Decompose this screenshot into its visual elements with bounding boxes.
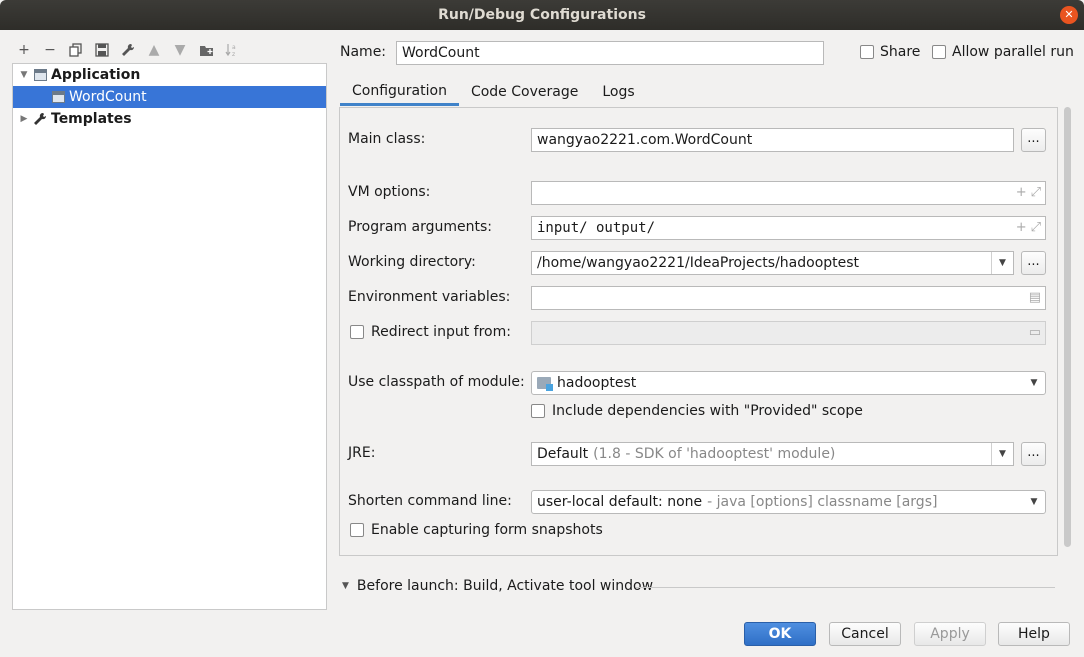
window-title: Run/Debug Configurations [438, 7, 646, 23]
before-launch-label: Before launch: Build, Activate tool wind… [356, 578, 654, 594]
share-check-box[interactable] [860, 45, 874, 59]
tree-item-wordcount[interactable]: WordCount [13, 86, 326, 108]
tree-item-label: Application [51, 67, 141, 83]
scrollbar[interactable] [1064, 107, 1071, 547]
chevron-down-icon[interactable]: ▼ [15, 70, 33, 80]
chevron-down-icon[interactable]: ▼ [342, 581, 349, 591]
browse-main-class-button[interactable]: ... [1021, 128, 1046, 152]
chevron-down-icon[interactable]: ▼ [991, 252, 1013, 274]
shorten-value: user-local default: none [537, 494, 703, 510]
main-class-value: wangyao2221.com.WordCount [537, 132, 753, 148]
snapshots-check-box[interactable] [350, 523, 364, 537]
move-down-icon[interactable]: ▼ [170, 40, 190, 60]
application-icon [33, 68, 47, 82]
classpath-module-label: Use classpath of module: [348, 374, 525, 390]
save-icon[interactable] [92, 40, 112, 60]
redirect-label: Redirect input from: [371, 324, 511, 340]
share-checkbox[interactable]: Share [860, 44, 920, 60]
jre-label: JRE: [348, 445, 376, 461]
tree-item-label: WordCount [69, 89, 147, 105]
browse-working-directory-button[interactable]: ... [1021, 251, 1046, 275]
divider [636, 587, 1055, 588]
environment-variables-input[interactable]: ▤ [531, 286, 1046, 310]
allow-parallel-checkbox[interactable]: Allow parallel run [932, 44, 1074, 60]
chevron-down-icon[interactable]: ▼ [1023, 491, 1045, 513]
parallel-check-box[interactable] [932, 45, 946, 59]
redirect-input-field: ▭ [531, 321, 1046, 345]
add-icon[interactable]: + [1016, 185, 1027, 200]
new-folder-icon[interactable] [196, 40, 216, 60]
shorten-command-line-select[interactable]: user-local default: none - java [options… [531, 490, 1046, 514]
main-class-input[interactable]: wangyao2221.com.WordCount [531, 128, 1014, 152]
cancel-button[interactable]: Cancel [829, 622, 901, 646]
classpath-module-select[interactable]: hadooptest ▼ [531, 371, 1046, 395]
program-arguments-label: Program arguments: [348, 219, 492, 235]
before-launch-section[interactable]: ▼ Before launch: Build, Activate tool wi… [342, 578, 653, 594]
include-deps-label: Include dependencies with "Provided" sco… [552, 403, 863, 419]
parallel-label: Allow parallel run [952, 44, 1074, 60]
document-icon[interactable]: ▤ [1029, 290, 1041, 305]
vm-options-label: VM options: [348, 184, 431, 200]
expand-icon[interactable]: ⤢ [1031, 185, 1041, 200]
working-directory-combo[interactable]: /home/wangyao2221/IdeaProjects/hadooptes… [531, 251, 1014, 275]
wrench-icon [33, 112, 47, 126]
move-up-icon[interactable]: ▲ [144, 40, 164, 60]
chevron-right-icon[interactable]: ▶ [15, 114, 33, 124]
include-dependencies-checkbox[interactable]: Include dependencies with "Provided" sco… [531, 403, 863, 419]
title-bar: Run/Debug Configurations ✕ [0, 0, 1084, 30]
snapshots-label: Enable capturing form snapshots [371, 522, 603, 538]
remove-icon[interactable]: − [40, 40, 60, 60]
svg-text:z: z [232, 51, 235, 57]
toolbar: + − ▲ ▼ az [14, 40, 242, 60]
tree-item-templates[interactable]: ▶ Templates [13, 108, 326, 130]
browse-jre-button[interactable]: ... [1021, 442, 1046, 466]
redirect-input-checkbox[interactable]: Redirect input from: [350, 324, 511, 340]
expand-icon[interactable]: ⤢ [1031, 220, 1041, 235]
svg-text:a: a [232, 44, 236, 51]
add-icon[interactable]: + [14, 40, 34, 60]
folder-icon: ▭ [1028, 325, 1041, 340]
copy-icon[interactable] [66, 40, 86, 60]
program-arguments-value: input/ output/ [537, 220, 656, 236]
ok-button[interactable]: OK [744, 622, 816, 646]
jre-hint: (1.8 - SDK of 'hadooptest' module) [593, 446, 836, 462]
tab-logs[interactable]: Logs [590, 78, 646, 106]
name-label: Name: [340, 44, 387, 60]
tab-configuration[interactable]: Configuration [340, 78, 459, 106]
tree-item-application[interactable]: ▼ Application [13, 64, 326, 86]
jre-combo[interactable]: Default (1.8 - SDK of 'hadooptest' modul… [531, 442, 1014, 466]
apply-button[interactable]: Apply [914, 622, 986, 646]
environment-variables-label: Environment variables: [348, 289, 511, 305]
name-field[interactable]: WordCount [396, 41, 824, 65]
jre-value: Default [537, 446, 589, 462]
add-icon[interactable]: + [1016, 220, 1027, 235]
chevron-down-icon[interactable]: ▼ [991, 443, 1013, 465]
close-icon[interactable]: ✕ [1060, 6, 1078, 24]
wrench-icon[interactable] [118, 40, 138, 60]
help-button[interactable]: Help [998, 622, 1070, 646]
configuration-tree: ▼ Application WordCount ▶ Templates [12, 63, 327, 610]
shorten-command-line-label: Shorten command line: [348, 493, 512, 509]
sort-icon[interactable]: az [222, 40, 242, 60]
name-value: WordCount [402, 45, 480, 61]
program-arguments-input[interactable]: input/ output/ + ⤢ [531, 216, 1046, 240]
redirect-check-box[interactable] [350, 325, 364, 339]
include-deps-check-box[interactable] [531, 404, 545, 418]
main-class-label: Main class: [348, 131, 426, 147]
tab-bar: Configuration Code Coverage Logs [340, 78, 647, 108]
module-icon [537, 377, 553, 391]
working-directory-label: Working directory: [348, 254, 476, 270]
application-icon [51, 90, 65, 104]
tree-item-label: Templates [51, 111, 132, 127]
share-label: Share [880, 44, 921, 60]
tab-code-coverage[interactable]: Code Coverage [459, 78, 590, 106]
working-directory-value: /home/wangyao2221/IdeaProjects/hadooptes… [537, 255, 860, 271]
classpath-module-value: hadooptest [557, 375, 637, 391]
form-snapshots-checkbox[interactable]: Enable capturing form snapshots [350, 522, 603, 538]
shorten-hint: - java [options] classname [args] [707, 494, 938, 510]
vm-options-input[interactable]: + ⤢ [531, 181, 1046, 205]
chevron-down-icon[interactable]: ▼ [1023, 372, 1045, 394]
